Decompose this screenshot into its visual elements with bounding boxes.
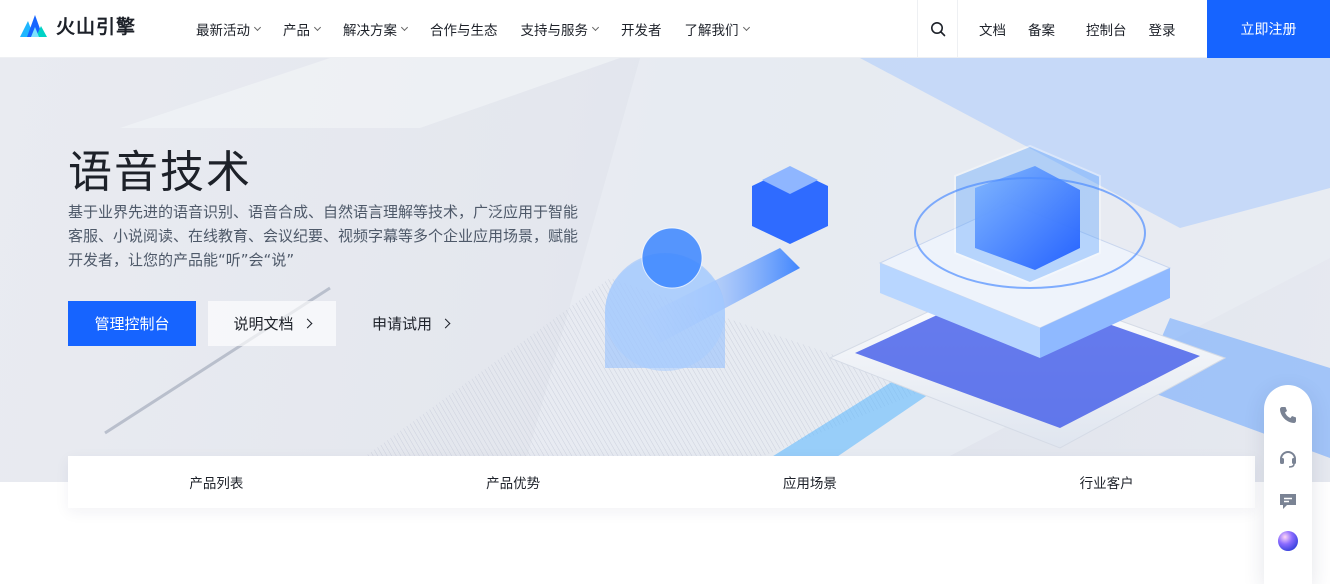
button-label: 说明文档 — [233, 315, 294, 333]
menu-item-label: 合作与生态 — [430, 23, 498, 39]
phone-button[interactable] — [1276, 403, 1300, 427]
menu-item-label: 最新活动 — [196, 23, 250, 39]
phone-icon — [1280, 407, 1296, 423]
chevron-down-icon — [591, 23, 600, 32]
ai-assistant-button[interactable] — [1276, 529, 1300, 553]
login-link[interactable]: 登录 — [1149, 19, 1176, 39]
chevron-down-icon — [742, 23, 750, 32]
menu-item-solutions[interactable]: 解决方案 — [343, 19, 409, 39]
menu-item-label: 开发者 — [621, 23, 662, 39]
button-label: 申请试用 — [372, 315, 433, 333]
chat-icon — [1280, 494, 1296, 509]
menu-item-products[interactable]: 产品 — [283, 19, 322, 39]
menu-item-support[interactable]: 支持与服务 — [520, 19, 600, 39]
floating-contact-bar — [1264, 385, 1312, 584]
section-tabs: 产品列表 产品优势 应用场景 行业客户 — [68, 456, 1255, 508]
menu-item-latest-events[interactable]: 最新活动 — [196, 19, 262, 39]
menu-item-label: 解决方案 — [343, 23, 397, 39]
assistant-orb-icon — [1278, 531, 1298, 551]
console-link[interactable]: 控制台 — [1086, 19, 1127, 39]
chevron-right-icon — [302, 318, 312, 329]
menu-item-label: 了解我们 — [684, 23, 739, 39]
tab-application-scenarios[interactable]: 应用场景 — [662, 456, 959, 508]
filing-link[interactable]: 备案 — [1028, 19, 1055, 39]
search-icon — [930, 22, 945, 37]
chevron-down-icon — [253, 23, 262, 32]
chevron-down-icon — [400, 23, 409, 32]
register-button[interactable]: 立即注册 — [1207, 0, 1330, 58]
brand-name: 火山引擎 — [56, 15, 137, 38]
hero-title: 语音技术 — [68, 147, 252, 198]
top-navigation: 火山引擎 最新活动 产品 解决方案 合作与生态 支持与服务 开发者 了解我们 文… — [0, 0, 1330, 58]
menu-item-label: 支持与服务 — [520, 23, 589, 39]
menu-item-label: 产品 — [283, 23, 310, 39]
chevron-down-icon — [313, 23, 322, 32]
customer-service-button[interactable] — [1276, 446, 1300, 470]
button-label: 管理控制台 — [94, 315, 170, 333]
volcano-logo-icon — [20, 15, 47, 37]
brand-logo[interactable]: 火山引擎 — [18, 10, 136, 40]
tab-industry-customers[interactable]: 行业客户 — [958, 456, 1255, 508]
main-menu: 最新活动 产品 解决方案 合作与生态 支持与服务 开发者 了解我们 — [196, 0, 772, 58]
search-button[interactable] — [918, 0, 958, 58]
manage-console-button[interactable]: 管理控制台 — [68, 301, 196, 346]
tab-product-list[interactable]: 产品列表 — [68, 456, 365, 508]
hero-description: 基于业界先进的语音识别、语音合成、自然语言理解等技术，广泛应用于智能客服、小说阅… — [68, 203, 579, 269]
tab-product-advantages[interactable]: 产品优势 — [365, 456, 662, 508]
documentation-button[interactable]: 说明文档 — [208, 301, 336, 346]
hero-banner: 语音技术 基于业界先进的语音识别、语音合成、自然语言理解等技术，广泛应用于智能客… — [0, 58, 1330, 482]
menu-item-developers[interactable]: 开发者 — [621, 19, 662, 39]
apply-trial-button[interactable]: 申请试用 — [372, 301, 451, 346]
docs-link[interactable]: 文档 — [979, 19, 1006, 39]
chevron-right-icon — [440, 318, 451, 329]
headset-icon — [1280, 451, 1296, 468]
menu-item-partners[interactable]: 合作与生态 — [430, 19, 498, 39]
feedback-button[interactable] — [1276, 489, 1300, 513]
nav-right-area: 文档 备案 控制台 登录 — [917, 0, 1207, 58]
menu-item-about[interactable]: 了解我们 — [684, 19, 750, 39]
